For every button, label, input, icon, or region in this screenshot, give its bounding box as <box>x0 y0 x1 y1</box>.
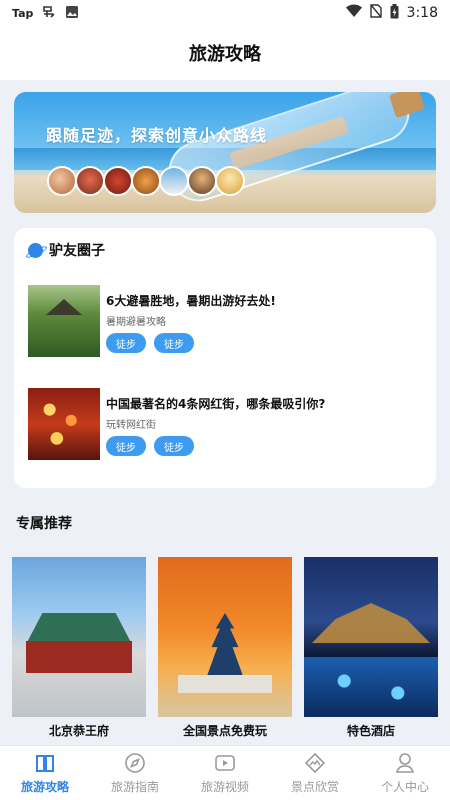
tab-label: 旅游攻略 <box>20 780 69 794</box>
post-subtitle: 玩转网红街 <box>106 420 156 431</box>
tab-travel-video[interactable]: 旅游视频 <box>180 746 270 800</box>
tag-hiking[interactable]: 徒步 <box>106 436 146 456</box>
list-item[interactable]: 6大避暑胜地，暑期出游好去处! 暑期避暑攻略 徒步 徒步 <box>28 285 428 357</box>
tab-scenery[interactable]: 景点欣赏 <box>270 746 360 800</box>
recommend-caption: 特色酒店 <box>346 723 395 738</box>
tag-list: 徒步 徒步 <box>106 333 194 353</box>
travel-circle-card: 驴友圈子 6大避暑胜地，暑期出游好去处! 暑期避暑攻略 徒步 徒步 中国最著名的… <box>14 228 436 488</box>
app-header: 旅游攻略 <box>0 26 450 80</box>
post-title: 6大避暑胜地，暑期出游好去处! <box>106 294 276 308</box>
circle-header: 驴友圈子 <box>28 240 105 260</box>
recommend-card[interactable]: 特色酒店 <box>304 557 438 743</box>
image-icon <box>65 5 79 22</box>
bottle-cork <box>389 92 425 119</box>
recommend-card[interactable]: 全国景点免费玩 <box>158 557 292 743</box>
clock-time: 3:18 <box>406 5 438 21</box>
post-thumbnail <box>28 285 100 357</box>
avatar <box>47 166 77 196</box>
tag-list: 徒步 徒步 <box>106 436 194 456</box>
avatar <box>187 166 217 196</box>
jd-icon <box>41 4 57 23</box>
post-title: 中国最著名的4条网红街，哪条最吸引你? <box>106 397 326 411</box>
bottom-tab-bar: 旅游攻略 旅游指南 旅游视频 景点欣赏 个人中心 <box>0 745 450 800</box>
tag-hiking[interactable]: 徒步 <box>154 436 194 456</box>
no-sim-icon <box>369 4 382 22</box>
recommend-image <box>12 557 146 717</box>
avatar <box>75 166 105 196</box>
tab-travel-guide[interactable]: 旅游攻略 <box>0 746 90 800</box>
user-icon <box>394 752 416 774</box>
planet-icon <box>28 242 43 258</box>
avatar <box>131 166 161 196</box>
battery-icon <box>390 3 399 23</box>
tag-hiking[interactable]: 徒步 <box>154 333 194 353</box>
tab-label: 旅游指南 <box>110 780 159 794</box>
hero-banner[interactable]: 跟随足迹，探索创意小众路线 <box>14 92 436 213</box>
list-item[interactable]: 中国最著名的4条网红街，哪条最吸引你? 玩转网红街 徒步 徒步 <box>28 388 428 460</box>
section-title-recommend: 专属推荐 <box>16 516 72 532</box>
avatar <box>159 166 189 196</box>
avatar <box>215 166 245 196</box>
tab-label: 景点欣赏 <box>290 780 339 794</box>
compass-icon <box>124 752 146 774</box>
recommend-caption: 全国景点免费玩 <box>182 723 267 738</box>
wifi-icon <box>345 4 362 22</box>
tab-label: 个人中心 <box>380 780 429 794</box>
tab-label: 旅游视频 <box>200 780 249 794</box>
avatar <box>103 166 133 196</box>
book-icon <box>34 752 56 774</box>
banner-slogan: 跟随足迹，探索创意小众路线 <box>46 126 268 145</box>
tab-travel-handbook[interactable]: 旅游指南 <box>90 746 180 800</box>
recommend-image <box>304 557 438 717</box>
circle-title: 驴友圈子 <box>49 243 105 259</box>
recommend-card[interactable]: 北京恭王府 <box>12 557 146 743</box>
tag-hiking[interactable]: 徒步 <box>106 333 146 353</box>
recommend-caption: 北京恭王府 <box>48 723 109 738</box>
status-bar: Tap 3:18 <box>0 0 450 26</box>
page-title: 旅游攻略 <box>189 44 261 65</box>
post-thumbnail <box>28 388 100 460</box>
tab-profile[interactable]: 个人中心 <box>360 746 450 800</box>
tap-app-indicator: Tap <box>12 6 34 20</box>
avatar-group <box>47 166 245 196</box>
recommend-image <box>158 557 292 717</box>
video-icon <box>214 752 236 774</box>
scenery-icon <box>304 752 326 774</box>
post-subtitle: 暑期避暑攻略 <box>106 317 166 328</box>
